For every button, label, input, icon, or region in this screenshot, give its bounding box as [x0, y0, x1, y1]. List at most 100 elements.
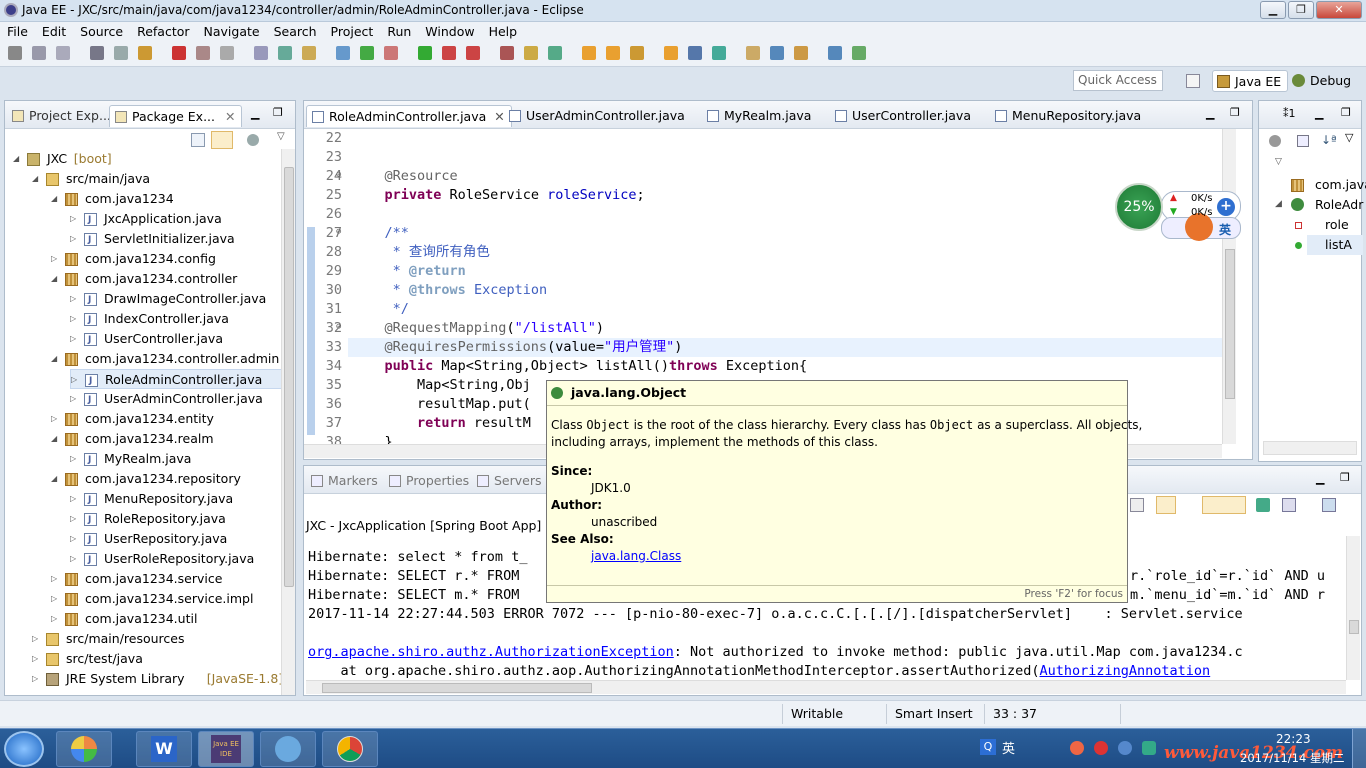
new-console-icon[interactable] — [1322, 498, 1336, 512]
code-line[interactable]: 34 public Map<String,Object> listAll()th… — [304, 357, 1224, 376]
expand-arrow-icon[interactable]: ▷ — [51, 589, 59, 609]
maximize-view-icon[interactable]: ❐ — [273, 106, 283, 119]
maximize-console-icon[interactable]: ❐ — [1340, 471, 1350, 484]
toolbar-tool-icon[interactable] — [114, 46, 128, 60]
collapse-all-icon[interactable] — [191, 133, 205, 147]
collapse-arrow-icon[interactable]: ◢ — [51, 349, 59, 369]
console-tab-properties[interactable]: Properties — [384, 470, 475, 492]
code-line[interactable]: 25 private RoleService roleService; — [304, 186, 1224, 205]
toolbar-tool-icon[interactable] — [138, 46, 152, 60]
outline-hscrollbar[interactable] — [1263, 441, 1357, 455]
console-tab-markers[interactable]: Markers — [306, 470, 384, 492]
shield-icon[interactable] — [1142, 741, 1156, 755]
open-perspective-icon[interactable] — [1186, 74, 1200, 88]
fold-icon[interactable]: ⊖ — [336, 227, 341, 237]
toolbar-tool-icon[interactable] — [852, 46, 866, 60]
toolbar-tool-icon[interactable] — [90, 46, 104, 60]
menu-item-window[interactable]: Window — [418, 22, 481, 39]
editor-tab[interactable]: UserAdminController.java — [504, 105, 691, 127]
expand-arrow-icon[interactable]: ▷ — [70, 229, 78, 249]
code-line[interactable]: 22 — [304, 129, 1224, 148]
expand-arrow-icon[interactable]: ▷ — [32, 649, 40, 669]
outline-item[interactable]: com.java — [1315, 177, 1366, 192]
toolbar-tool-icon[interactable] — [770, 46, 784, 60]
console-scroll-thumb[interactable] — [1349, 620, 1359, 634]
toolbar-tool-icon[interactable] — [418, 46, 432, 60]
collapse-arrow-icon[interactable]: ◢ — [51, 469, 59, 489]
console-hscrollbar[interactable] — [306, 680, 1346, 694]
console-vscrollbar[interactable] — [1346, 536, 1360, 680]
taskbar-app-word[interactable]: W — [136, 731, 192, 767]
editor-tab[interactable]: UserController.java — [830, 105, 977, 127]
close-icon[interactable]: ✕ — [225, 109, 235, 124]
taskbar-app-chrome[interactable] — [322, 731, 378, 767]
expand-arrow-icon[interactable]: ▷ — [70, 289, 78, 309]
toolbar-tool-icon[interactable] — [278, 46, 292, 60]
fold-icon[interactable]: ⊖ — [336, 322, 341, 332]
expand-arrow-icon[interactable]: ▷ — [70, 309, 78, 329]
expand-arrow-icon[interactable]: ▷ — [51, 569, 59, 589]
menu-item-project[interactable]: Project — [324, 22, 381, 39]
taskbar-app-dolphin[interactable] — [260, 731, 316, 767]
plus-icon[interactable]: + — [1217, 198, 1235, 216]
link-with-editor-icon[interactable] — [211, 131, 233, 149]
tab-project-explorer[interactable]: Project Exp... — [7, 105, 117, 127]
sort-icon[interactable] — [1297, 135, 1309, 147]
code-line[interactable]: 33 @RequiresPermissions(value="用户管理") — [326, 338, 1224, 357]
toolbar-tool-icon[interactable] — [746, 46, 760, 60]
toolbar-tool-icon[interactable] — [336, 46, 350, 60]
alpha-sort-icon[interactable]: ↓ª — [1321, 133, 1337, 147]
minimize-view-icon[interactable]: ▁ — [251, 107, 259, 120]
menu-item-file[interactable]: File — [0, 22, 35, 39]
tray-icon[interactable] — [1070, 741, 1084, 755]
tree-scrollbar[interactable] — [281, 149, 295, 695]
perspective-debug[interactable]: Debug — [1288, 70, 1357, 92]
minimize-editor-icon[interactable]: ▁ — [1206, 107, 1214, 120]
expand-arrow-icon[interactable]: ▷ — [70, 209, 78, 229]
menu-item-refactor[interactable]: Refactor — [130, 22, 196, 39]
menu-item-edit[interactable]: Edit — [35, 22, 73, 39]
menu-item-run[interactable]: Run — [380, 22, 418, 39]
collapse-arrow-icon[interactable]: ◢ — [51, 189, 59, 209]
code-line[interactable]: 29 * @return — [304, 262, 1224, 281]
perspective-java-ee[interactable]: Java EE — [1212, 70, 1289, 92]
expand-arrow-icon[interactable]: ▷ — [70, 489, 78, 509]
expand-arrow-icon[interactable]: ▷ — [70, 389, 78, 409]
show-desktop-button[interactable] — [1352, 729, 1366, 768]
toolbar-tool-icon[interactable] — [712, 46, 726, 60]
code-line[interactable]: 32 @RequestMapping("/listAll") — [304, 319, 1224, 338]
maximize-editor-icon[interactable]: ❐ — [1230, 106, 1240, 119]
outline-item[interactable]: RoleAdr — [1315, 197, 1363, 212]
expand-arrow-icon[interactable]: ▷ — [51, 409, 59, 429]
tab-package-explorer[interactable]: Package Ex... ✕ — [109, 105, 243, 127]
expand-arrow-icon[interactable]: ▷ — [51, 249, 59, 269]
minimize-button[interactable]: ▁ — [1260, 1, 1286, 19]
tree-item[interactable]: ▷ RoleAdminController.java — [70, 369, 295, 391]
expand-arrow-icon[interactable]: ▷ — [32, 629, 40, 649]
toolbar-tool-icon[interactable] — [828, 46, 842, 60]
editor-vscrollbar[interactable] — [1222, 129, 1236, 444]
stacktrace-link[interactable]: org.apache.shiro.authz.AuthorizationExce… — [308, 644, 674, 660]
menu-item-navigate[interactable]: Navigate — [197, 22, 267, 39]
tree-scroll-thumb[interactable] — [284, 167, 294, 587]
expand-arrow-icon[interactable]: ▷ — [70, 329, 78, 349]
pin-console-icon[interactable] — [1156, 496, 1176, 514]
console-tab-servers[interactable]: Servers — [472, 470, 548, 492]
view-menu-icon[interactable] — [247, 134, 259, 146]
editor-tab[interactable]: RoleAdminController.java ✕ — [306, 105, 512, 127]
toolbar-tool-icon[interactable] — [664, 46, 678, 60]
expand-arrow-icon[interactable]: ▷ — [51, 609, 59, 629]
editor-tab[interactable]: MyRealm.java — [702, 105, 817, 127]
open-console-icon[interactable] — [1256, 498, 1270, 512]
taskbar-app-eclipse[interactable]: Java EE IDE — [198, 731, 254, 767]
code-line[interactable]: 24 @Resource — [304, 167, 1224, 186]
expand-arrow-icon[interactable]: ▷ — [70, 529, 78, 549]
console-hscroll-thumb[interactable] — [322, 683, 592, 693]
toolbar-tool-icon[interactable] — [606, 46, 620, 60]
code-line[interactable]: 28 * 查询所有角色 — [304, 243, 1224, 262]
toolbar-tool-icon[interactable] — [360, 46, 374, 60]
expand-arrow-icon[interactable]: ▷ — [70, 509, 78, 529]
taskbar-app-lync[interactable] — [56, 731, 112, 767]
outline-item[interactable]: role — [1325, 217, 1349, 232]
fold-icon[interactable]: ⊖ — [336, 170, 341, 180]
